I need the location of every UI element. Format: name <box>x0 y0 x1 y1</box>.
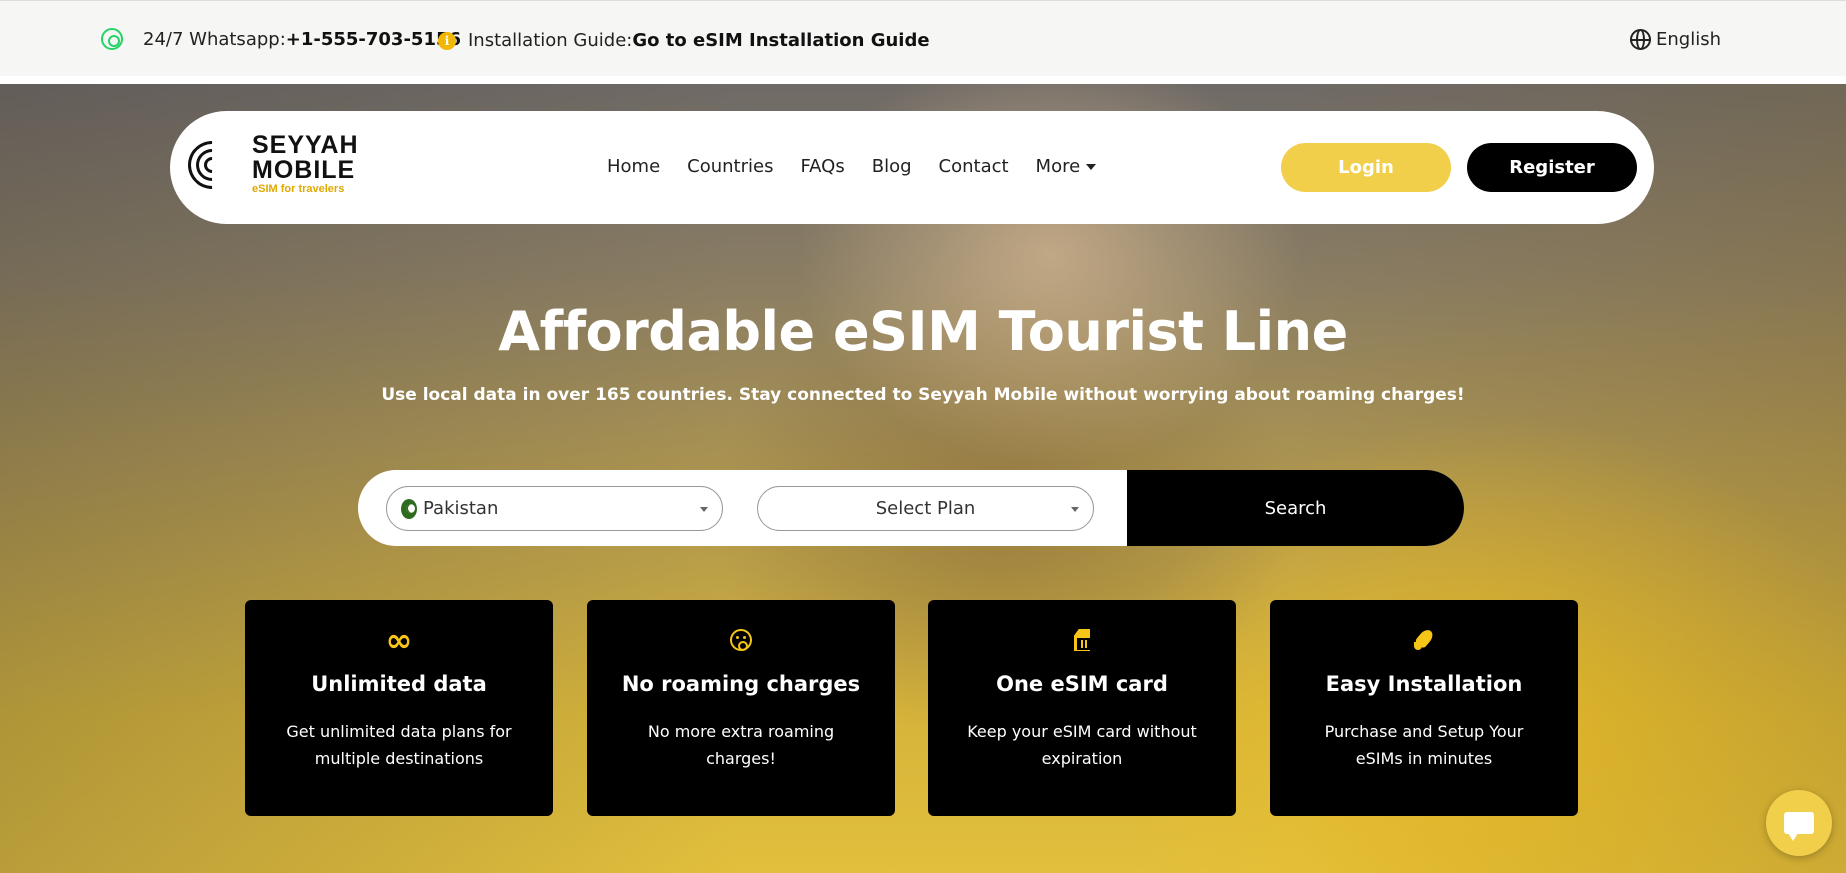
feature-description: Purchase and Setup Your eSIMs in minutes <box>1324 722 1524 768</box>
feature-card-no-roaming: No roaming charges No more extra roaming… <box>587 600 895 816</box>
country-select-value: Pakistan <box>423 498 499 519</box>
nav-countries[interactable]: Countries <box>687 156 773 177</box>
country-select[interactable]: Pakistan <box>386 486 723 531</box>
whatsapp-number[interactable]: +1-555-703-5156 <box>286 29 461 50</box>
nav-more-label: More <box>1035 156 1081 177</box>
installation-guide[interactable]: i Installation Guide: Go to eSIM Install… <box>438 30 930 51</box>
info-icon: i <box>438 31 456 50</box>
chat-bubble-icon <box>1784 812 1814 841</box>
guide-prefix: Installation Guide: <box>468 30 633 51</box>
search-button[interactable]: Search <box>1127 470 1464 546</box>
brand-logo[interactable]: SEYYAH MOBILE eSIM for travelers <box>178 130 359 199</box>
dropdown-arrow-icon <box>1071 507 1079 512</box>
whatsapp-prefix: 24/7 Whatsapp: <box>143 28 286 50</box>
hero-title: Affordable eSIM Tourist Line <box>498 300 1348 363</box>
installation-guide-link[interactable]: Go to eSIM Installation Guide <box>632 30 929 51</box>
nav-more-dropdown[interactable]: More <box>1036 156 1097 177</box>
feature-description: Get unlimited data plans for multiple de… <box>286 722 512 768</box>
plan-select-placeholder: Select Plan <box>875 498 976 519</box>
plan-search-bar: Pakistan Select Plan Search <box>358 470 1464 546</box>
dropdown-arrow-icon <box>700 507 708 512</box>
nav-faqs[interactable]: FAQs <box>800 156 844 177</box>
feature-title: No roaming charges <box>621 672 861 696</box>
feature-title: One eSIM card <box>996 672 1168 696</box>
register-button[interactable]: Register <box>1467 143 1637 192</box>
feature-card-easy-installation: Easy Installation Purchase and Setup You… <box>1270 600 1578 816</box>
globe-icon <box>1630 29 1651 50</box>
caret-down-icon <box>1086 164 1097 170</box>
brand-tagline: eSIM for travelers <box>252 183 345 195</box>
whatsapp-contact[interactable]: 24/7 Whatsapp: +1-555-703-5156 <box>101 28 461 50</box>
feature-title: Easy Installation <box>1325 672 1523 696</box>
rocket-icon <box>1413 629 1435 651</box>
nav-links: Home Countries FAQs Blog Contact More <box>607 156 1123 177</box>
main-navbar: SEYYAH MOBILE eSIM for travelers Home Co… <box>170 111 1654 224</box>
feature-card-one-esim: One eSIM card Keep your eSIM card withou… <box>928 600 1236 816</box>
nav-home[interactable]: Home <box>607 156 660 177</box>
top-info-bar: 24/7 Whatsapp: +1-555-703-5156 i Install… <box>0 0 1846 80</box>
feature-description: Keep your eSIM card without expiration <box>967 722 1197 768</box>
plan-select[interactable]: Select Plan <box>757 486 1094 531</box>
surprised-face-icon <box>730 629 752 651</box>
pakistan-flag-icon <box>401 498 417 519</box>
feature-card-unlimited-data: ∞ Unlimited data Get unlimited data plan… <box>245 600 553 816</box>
whatsapp-icon <box>101 28 123 50</box>
signal-waves-icon <box>178 130 246 199</box>
brand-name-line1: SEYYAH <box>252 131 359 159</box>
nav-blog[interactable]: Blog <box>872 156 912 177</box>
brand-wordmark: SEYYAH MOBILE eSIM for travelers <box>252 133 359 196</box>
sim-card-icon <box>1074 629 1090 651</box>
hero-subtitle: Use local data in over 165 countries. St… <box>381 385 1465 405</box>
login-button[interactable]: Login <box>1281 143 1451 192</box>
nav-contact[interactable]: Contact <box>939 156 1009 177</box>
brand-name-line2: MOBILE <box>252 156 356 184</box>
live-chat-button[interactable] <box>1766 790 1832 856</box>
language-label: English <box>1656 29 1721 50</box>
feature-title: Unlimited data <box>311 672 487 696</box>
infinity-icon: ∞ <box>385 621 413 659</box>
feature-description: No more extra roaming charges! <box>647 722 835 768</box>
language-selector[interactable]: English <box>1630 29 1721 50</box>
